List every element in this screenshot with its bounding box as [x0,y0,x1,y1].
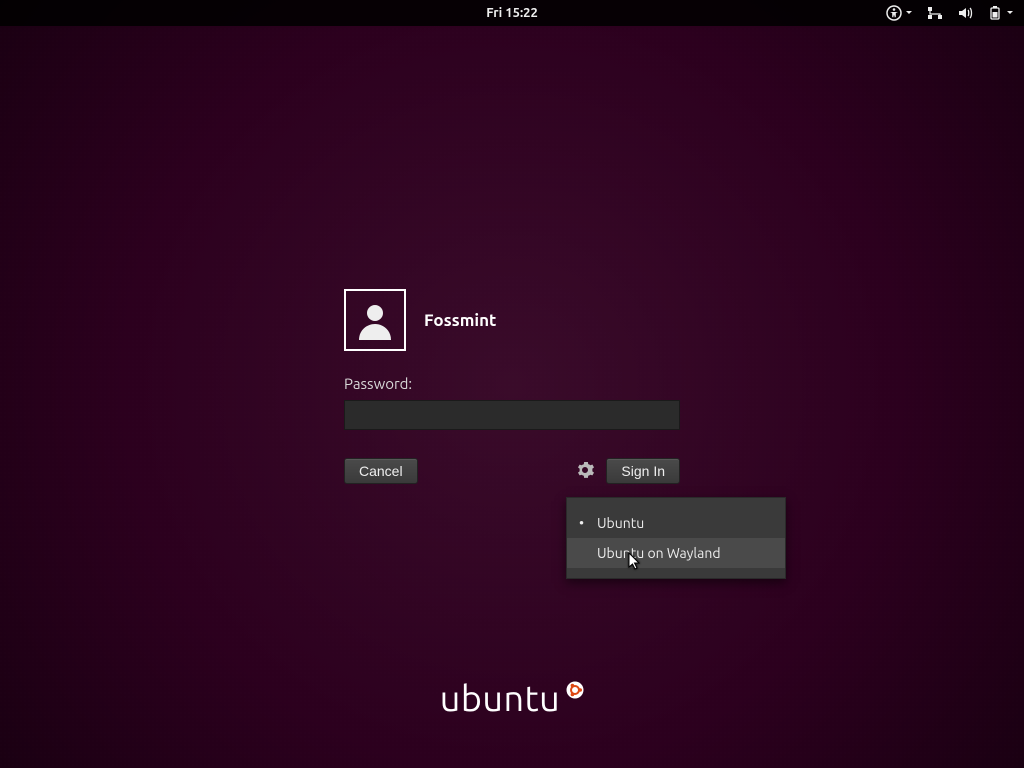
chevron-down-icon [905,9,913,17]
user-row: Fossmint [344,289,680,351]
login-panel: Fossmint Password: Cancel Sign In [344,289,680,484]
signin-button[interactable]: Sign In [606,458,680,484]
cancel-button[interactable]: Cancel [344,458,418,484]
top-bar: Fri 15:22 [0,0,1024,26]
session-option-label: Ubuntu [597,515,644,531]
volume-icon [957,5,973,21]
signin-group: Sign In [574,458,680,484]
chevron-down-icon [1006,9,1014,17]
topbar-right [886,0,1014,26]
network-icon [927,5,943,21]
session-option-label: Ubuntu on Wayland [597,545,721,561]
user-icon [353,298,397,342]
session-gear-button[interactable] [574,459,596,484]
password-input[interactable] [344,400,680,430]
ubuntu-wordmark: ubuntu [440,677,560,718]
avatar [344,289,406,351]
battery-icon [987,5,1003,21]
volume-indicator[interactable] [957,5,973,21]
session-option-wayland[interactable]: Ubuntu on Wayland [567,538,785,568]
network-indicator[interactable] [927,5,943,21]
session-option-ubuntu[interactable]: Ubuntu [567,508,785,538]
accessibility-menu[interactable] [886,5,913,21]
power-menu[interactable] [987,5,1014,21]
gear-icon [576,461,594,479]
ubuntu-logo: ubuntu [0,677,1024,718]
password-label: Password: [344,375,680,392]
circle-of-friends-icon [566,681,584,699]
username-label: Fossmint [424,311,496,330]
accessibility-icon [886,5,902,21]
button-row: Cancel Sign In [344,458,680,484]
session-menu: Ubuntu Ubuntu on Wayland [566,497,786,579]
clock: Fri 15:22 [486,6,538,20]
